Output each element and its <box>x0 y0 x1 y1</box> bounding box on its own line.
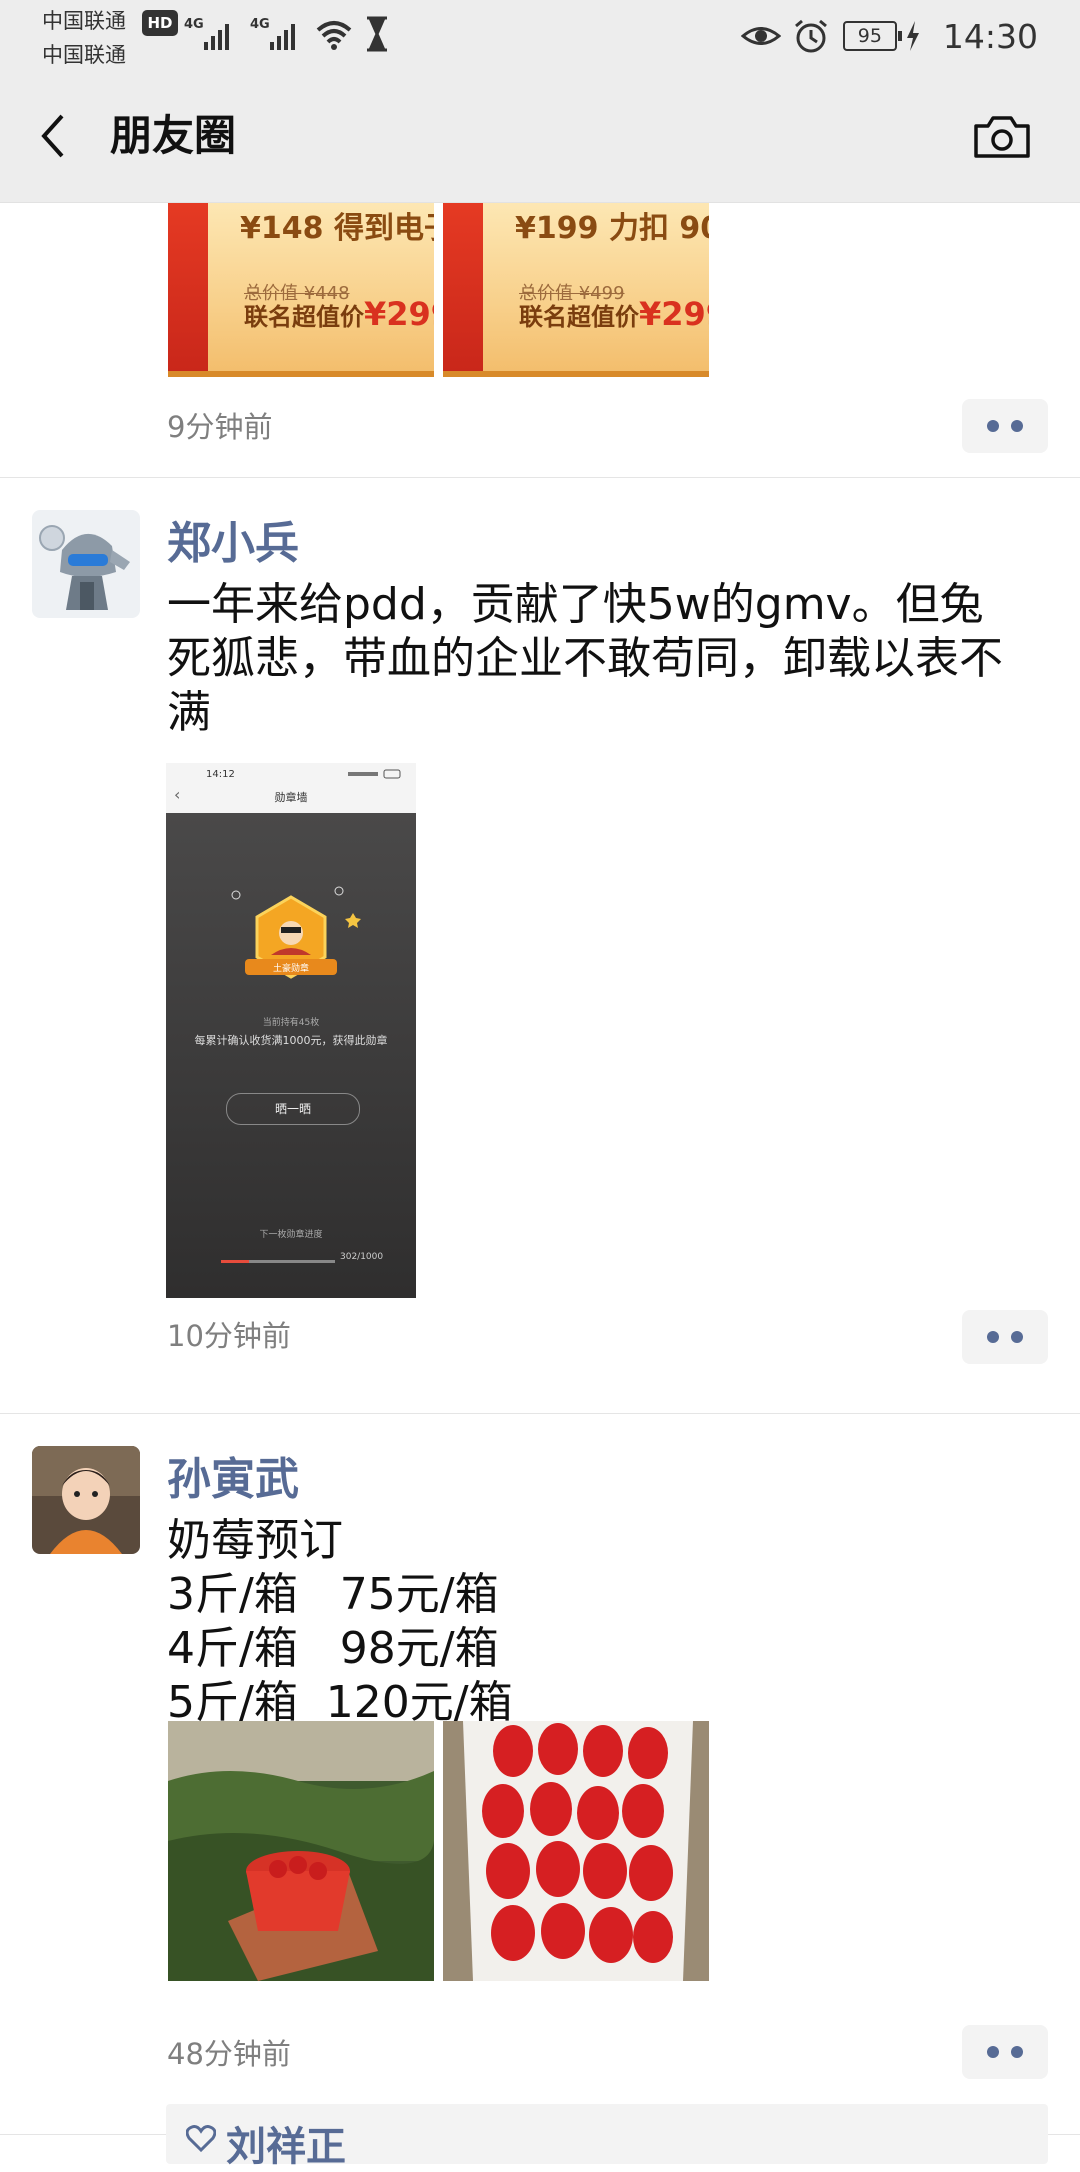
screenshot-title: 勋章墙 <box>274 791 308 804</box>
promo-headline: ¥148 得到电子书 <box>240 211 434 246</box>
promo-red-strip <box>443 203 483 371</box>
post-text: 一年来给pdd，贡献了快5w的gmv。但兔死狐悲，带血的企业不敢苟同，卸载以表不… <box>167 579 1003 738</box>
dot-icon <box>987 420 999 432</box>
screenshot-progress-bar <box>221 1260 335 1263</box>
robot-avatar-icon <box>32 510 140 618</box>
medal-badge-label: 土豪勋章 <box>273 962 309 974</box>
wifi-icon <box>316 21 352 50</box>
promo-price-value: ¥299 <box>364 295 434 333</box>
carrier-label-1: 中国联通 <box>42 9 126 33</box>
dot-icon <box>1011 420 1023 432</box>
dot-icon <box>1011 1331 1023 1343</box>
promo-price: 联名超值价¥299 <box>244 295 434 333</box>
status-time: 14:30 <box>942 16 1038 56</box>
more-actions-button[interactable] <box>962 1310 1048 1364</box>
dot-icon <box>987 2046 999 2058</box>
network-type-2: 4G <box>250 17 270 32</box>
post-author[interactable]: 郑小兵 <box>167 516 299 572</box>
promo-price: 联名超值价¥299 <box>519 295 709 333</box>
post-author[interactable]: 孙寅武 <box>167 1452 299 1508</box>
likes-card: 刘祥正 <box>166 2104 1048 2170</box>
network-type-1: 4G <box>184 17 204 32</box>
strawberry-box-image <box>443 1721 709 1981</box>
dot-icon <box>1011 2046 1023 2058</box>
eye-icon <box>740 27 781 45</box>
back-arrow-icon[interactable] <box>34 108 74 164</box>
promo-red-strip <box>168 203 208 371</box>
more-actions-button[interactable] <box>962 2025 1048 2079</box>
promo-price-value: ¥299 <box>639 295 709 333</box>
camera-icon[interactable] <box>972 112 1032 162</box>
avatar[interactable] <box>32 1446 140 1554</box>
signal-icon: 4G <box>184 17 229 50</box>
screenshot-time: 14:12 <box>206 769 235 780</box>
screenshot-progress-fill <box>221 1260 249 1263</box>
screenshot-header: 14:12 ‹ 勋章墙 <box>166 763 416 813</box>
medal-badge-icon: 土豪勋章 <box>231 886 361 979</box>
page-title: 朋友圈 <box>110 111 237 160</box>
moment-post: 孙寅武 奶莓预订 3斤/箱 75元/箱 4斤/箱 98元/箱 5斤/箱 120元… <box>0 1414 1080 2170</box>
post-time: 9分钟前 <box>167 410 273 444</box>
status-right-group: 95 14:30 <box>740 14 1038 58</box>
post-image[interactable]: ¥148 得到电子书 总价值 ¥448 联名超值价¥299 <box>168 203 434 377</box>
post-image[interactable]: 14:12 ‹ 勋章墙 土豪勋章 当前持有45枚 每累计确认收货满1000元，获… <box>166 763 416 1298</box>
post-time: 48分钟前 <box>167 2037 291 2071</box>
avatar[interactable] <box>32 510 140 618</box>
promo-price-label: 联名超值价 <box>244 303 364 331</box>
carrier-label-2: 中国联通 <box>42 43 126 67</box>
screenshot-share-button: 晒一晒 <box>226 1093 360 1125</box>
screenshot-description: 每累计确认收货满1000元，获得此勋章 <box>194 1034 388 1047</box>
heart-icon <box>186 2125 216 2152</box>
status-bar: 中国联通 中国联通 HD 4G 4G 95 14:30 <box>0 0 1080 70</box>
post-image[interactable] <box>443 1721 709 1981</box>
alarm-icon <box>794 19 827 53</box>
liker-name[interactable]: 刘祥正 <box>226 2114 346 2172</box>
strawberry-field-image <box>168 1721 434 1981</box>
post-time: 10分钟前 <box>167 1319 291 1353</box>
charging-icon <box>906 21 919 51</box>
post-image[interactable]: ¥199 力扣 90 天 总价值 ¥499 联名超值价¥299 <box>443 203 709 377</box>
post-image[interactable] <box>168 1721 434 1981</box>
more-actions-button[interactable] <box>962 399 1048 453</box>
promo-headline: ¥199 力扣 90 天 <box>515 211 709 246</box>
screenshot-body: 土豪勋章 当前持有45枚 每累计确认收货满1000元，获得此勋章 晒一晒 下一枚… <box>166 813 416 1298</box>
dot-icon <box>987 1331 999 1343</box>
child-avatar-icon <box>32 1446 140 1554</box>
hd-badge: HD <box>142 10 178 36</box>
hourglass-icon <box>367 16 387 52</box>
post-text: 奶莓预订 3斤/箱 75元/箱 4斤/箱 98元/箱 5斤/箱 120元/箱 <box>167 1515 513 1728</box>
moment-post: 郑小兵 一年来给pdd，贡献了快5w的gmv。但兔死狐悲，带血的企业不敢苟同，卸… <box>0 478 1080 1414</box>
promo-price-label: 联名超值价 <box>519 303 639 331</box>
moments-feed[interactable]: ¥148 得到电子书 总价值 ¥448 联名超值价¥299 ¥199 力扣 90… <box>0 203 1080 2170</box>
battery-indicator: 95 <box>842 21 902 51</box>
screenshot-progress-value: 302/1000 <box>340 1252 384 1262</box>
screenshot-owned-count: 当前持有45枚 <box>262 1018 320 1028</box>
screenshot-progress-label: 下一枚勋章进度 <box>259 1230 323 1240</box>
signal-icon-2: 4G <box>250 17 295 50</box>
nav-bar: 朋友圈 <box>0 70 1080 203</box>
screenshot-status-icons <box>348 769 401 779</box>
moment-post: ¥148 得到电子书 总价值 ¥448 联名超值价¥299 ¥199 力扣 90… <box>0 203 1080 478</box>
